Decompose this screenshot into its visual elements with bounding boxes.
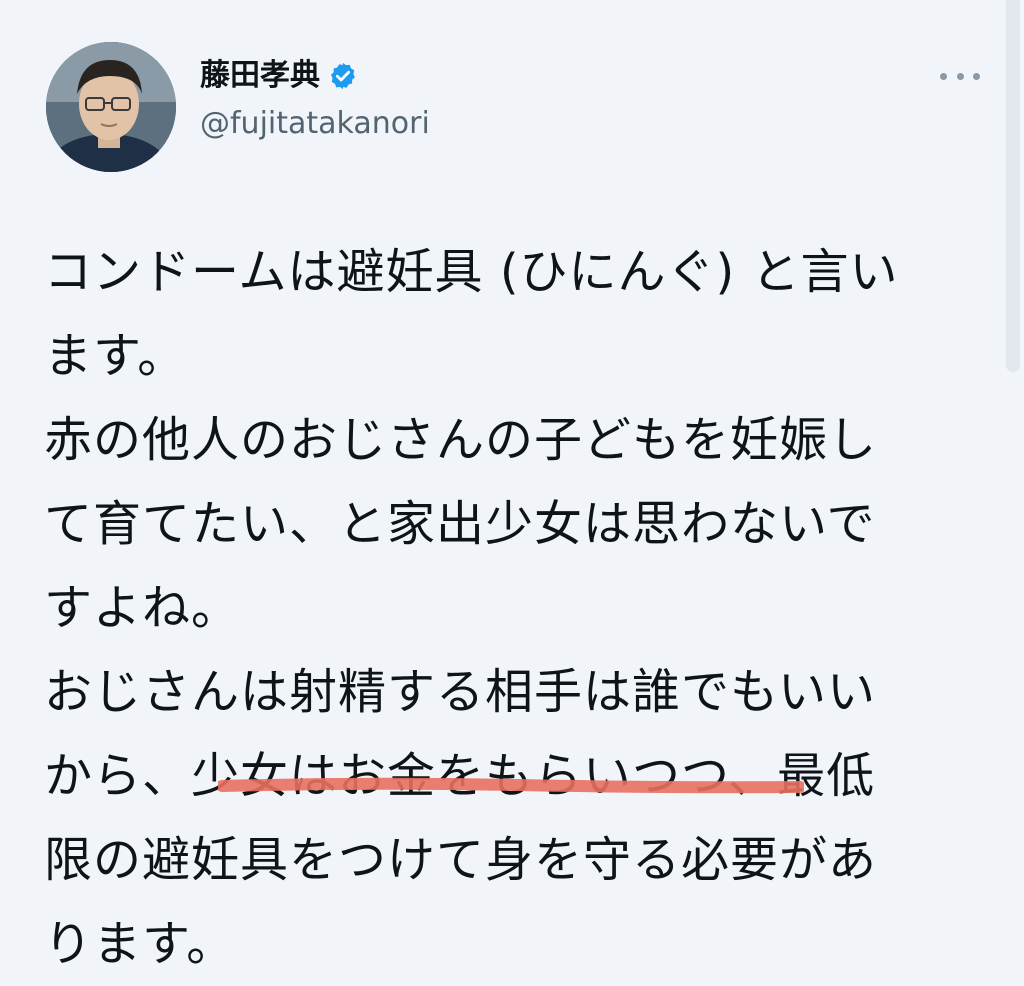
- tweet-line: すよね。: [44, 580, 241, 636]
- author-display-name[interactable]: 藤田孝典: [200, 56, 320, 96]
- avatar[interactable]: [46, 42, 176, 172]
- tweet-line: て育てたい、と家出少女は思わないで: [44, 496, 876, 552]
- tweet-line: ります。: [44, 916, 236, 972]
- author-name-row[interactable]: 藤田孝典: [200, 56, 358, 96]
- more-horizontal-icon: [940, 72, 947, 80]
- tweet-line: コンドームは避妊具 (ひにんぐ) と言い: [44, 244, 899, 300]
- tweet-line: 限の避妊具をつけて身を守る必要があ: [44, 832, 878, 888]
- more-dot: [973, 72, 980, 80]
- verified-badge-icon: [328, 61, 358, 91]
- more-dot: [956, 72, 964, 80]
- tweet-text: コンドームは避妊具 (ひにんぐ) と言い ます。 赤の他人のおじさんの子どもを妊…: [44, 230, 974, 986]
- tweet-line: 赤の他人のおじさんの子どもを妊娠し: [44, 412, 878, 468]
- scrollbar[interactable]: [1006, 0, 1020, 372]
- tweet-line: から、少女はお金をもらいつつ、最低: [44, 748, 876, 804]
- more-options-button[interactable]: [940, 62, 980, 90]
- tweet-line: おじさんは射精する相手は誰でもいい: [44, 664, 877, 720]
- tweet-line: ます。: [44, 328, 187, 384]
- avatar-photo-icon: [46, 42, 176, 172]
- author-handle[interactable]: @fujitatakanori: [200, 104, 430, 144]
